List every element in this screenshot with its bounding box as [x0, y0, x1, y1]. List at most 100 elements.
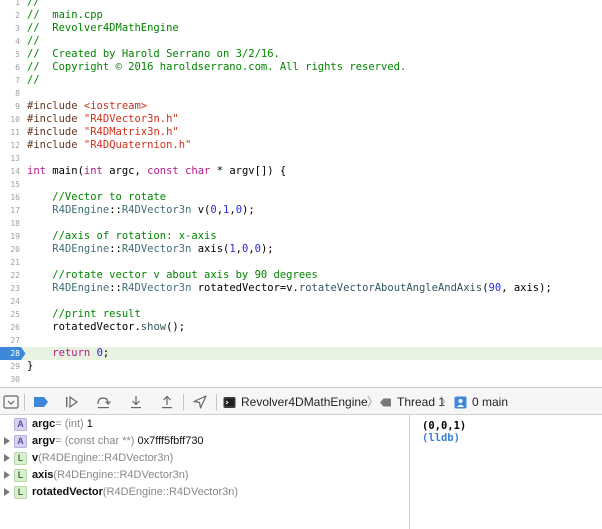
code-text: //: [27, 35, 40, 48]
code-token: ::: [109, 282, 122, 294]
code-line[interactable]: 18: [0, 217, 602, 230]
debug-console[interactable]: (0,0,1) (lldb): [411, 415, 602, 529]
continue-button[interactable]: [63, 393, 81, 411]
simulate-location-button[interactable]: [191, 393, 209, 411]
code-line[interactable]: 6 // Copyright © 2016 haroldserrano.com. …: [0, 61, 602, 74]
code-token: 90: [488, 282, 502, 294]
code-line[interactable]: 1 //: [0, 0, 602, 9]
continue-icon: [64, 395, 80, 409]
code-line[interactable]: 22 //rotate vector v about axis by 90 de…: [0, 269, 602, 282]
code-text: //: [27, 74, 40, 87]
breadcrumb-thread[interactable]: Thread 1: [379, 394, 445, 410]
line-number: 17: [10, 206, 20, 215]
disclosure-triangle-icon[interactable]: [4, 471, 10, 479]
variable-type-text: = (int): [55, 418, 87, 430]
code-line[interactable]: 27: [0, 334, 602, 347]
code-line[interactable]: 16 //Vector to rotate: [0, 191, 602, 204]
code-token: <iostream>: [83, 100, 148, 112]
code-line[interactable]: 13: [0, 152, 602, 165]
code-line[interactable]: 29}: [0, 360, 602, 373]
code-token: //rotate vector v about axis by 90 degre…: [27, 269, 318, 281]
disclosure-triangle-icon[interactable]: [4, 488, 10, 496]
hide-debug-area-button[interactable]: [2, 393, 20, 411]
breakpoints-toggle-button[interactable]: [32, 393, 50, 411]
code-token: //: [27, 74, 40, 86]
code-line[interactable]: 5 // Created by Harold Serrano on 3/2/16.: [0, 48, 602, 61]
code-token: ::: [109, 204, 122, 216]
code-token: // Created by Harold Serrano on 3/2/16.: [27, 48, 280, 60]
line-number: 26: [10, 323, 20, 332]
code-token: int: [83, 165, 103, 177]
code-token: return: [52, 347, 91, 359]
code-token: #include: [27, 126, 84, 138]
line-number: 14: [10, 167, 20, 176]
variable-row-argv[interactable]: Aargv = (const char **) 0x7fff5fbff730: [0, 433, 409, 450]
code-line[interactable]: 24: [0, 295, 602, 308]
code-token: );: [260, 243, 274, 255]
variable-type: = (const char **) 0x7fff5fbff730: [55, 433, 203, 450]
lldb-prompt: (lldb): [422, 432, 460, 444]
debug-bar: Revolver4DMathEngine 〉 Thread 1 〉 0 main: [0, 387, 602, 415]
code-line[interactable]: 11 #include "R4DMatrix3n.h": [0, 126, 602, 139]
disclosure-triangle-icon[interactable]: [4, 454, 10, 462]
disclosure-triangle-icon[interactable]: [4, 437, 10, 445]
code-token: // Copyright © 2016 haroldserrano.com. A…: [27, 61, 407, 73]
line-number: 18: [10, 219, 20, 228]
code-token: #include: [27, 139, 84, 151]
code-line[interactable]: 8: [0, 87, 602, 100]
code-token: * argv[]) {: [210, 165, 287, 177]
code-token: v(: [191, 204, 211, 216]
code-line[interactable]: 21: [0, 256, 602, 269]
breadcrumb-target[interactable]: Revolver4DMathEngine: [223, 394, 368, 410]
variable-name: axis: [32, 469, 54, 481]
code-line[interactable]: 10 #include "R4DVector3n.h": [0, 113, 602, 126]
code-token: axis(: [191, 243, 230, 255]
code-line[interactable]: 20 R4DEngine::R4DVector3n axis(1,0,0);: [0, 243, 602, 256]
code-text: return 0;: [27, 347, 109, 360]
code-line[interactable]: 12 #include "R4DQuaternion.h": [0, 139, 602, 152]
variable-row-rotatedvector[interactable]: LrotatedVector (R4DEngine::R4DVector3n): [0, 484, 409, 501]
code-line[interactable]: 19 //axis of rotation: x-axis: [0, 230, 602, 243]
step-over-icon: [95, 395, 111, 409]
code-text: }: [27, 360, 33, 373]
code-line[interactable]: 4 //: [0, 35, 602, 48]
argument-badge-icon: A: [14, 418, 27, 431]
code-text: // Copyright © 2016 haroldserrano.com. A…: [27, 61, 406, 74]
code-line[interactable]: 7 //: [0, 74, 602, 87]
code-token: rotatedVector=v.: [191, 282, 299, 294]
code-line[interactable]: 14 int main(int argc, const char * argv[]…: [0, 165, 602, 178]
variable-row-axis[interactable]: Laxis (R4DEngine::R4DVector3n): [0, 467, 409, 484]
code-token: R4DVector3n: [121, 282, 192, 294]
code-line[interactable]: 26 rotatedVector.show();: [0, 321, 602, 334]
code-line-current[interactable]: 28 return 0;: [0, 347, 602, 360]
code-line[interactable]: 30: [0, 373, 602, 386]
step-out-button[interactable]: [158, 393, 176, 411]
code-line[interactable]: 2 // main.cpp: [0, 9, 602, 22]
code-token: ::: [109, 243, 122, 255]
code-text: //: [27, 0, 40, 9]
line-number: 28: [10, 349, 20, 358]
step-into-button[interactable]: [127, 393, 145, 411]
step-out-icon: [159, 395, 175, 409]
code-text: #include "R4DMatrix3n.h": [27, 126, 179, 139]
breadcrumb-chevron-icon: 〉: [367, 395, 380, 409]
variables-view: Aargc = (int) 1 Aargv = (const char **) 0…: [0, 415, 410, 529]
code-line[interactable]: 23 R4DEngine::R4DVector3n rotatedVector=…: [0, 282, 602, 295]
code-line[interactable]: 15: [0, 178, 602, 191]
code-line[interactable]: 3 // Revolver4DMathEngine: [0, 22, 602, 35]
code-line[interactable]: 9 #include <iostream>: [0, 100, 602, 113]
variable-row-v[interactable]: Lv (R4DEngine::R4DVector3n): [0, 450, 409, 467]
breadcrumb-frame[interactable]: 0 main: [454, 394, 508, 410]
code-text: R4DEngine::R4DVector3n rotatedVector=v.r…: [27, 282, 551, 295]
code-token: }: [27, 360, 34, 372]
step-over-button[interactable]: [94, 393, 112, 411]
variable-type: (R4DEngine::R4DVector3n): [103, 484, 238, 501]
code-token: rotateVectorAboutAngleAndAxis: [298, 282, 483, 294]
variable-row-argc[interactable]: Aargc = (int) 1: [0, 416, 409, 433]
code-line[interactable]: 17 R4DEngine::R4DVector3n v(0,1,0);: [0, 204, 602, 217]
variable-name: argc: [32, 418, 56, 430]
source-editor[interactable]: 1//2// main.cpp 3// Revolver4DMathEngine 4…: [0, 0, 602, 387]
variable-value: 0x7fff5fbff730: [137, 435, 204, 447]
code-line[interactable]: 25 //print result: [0, 308, 602, 321]
